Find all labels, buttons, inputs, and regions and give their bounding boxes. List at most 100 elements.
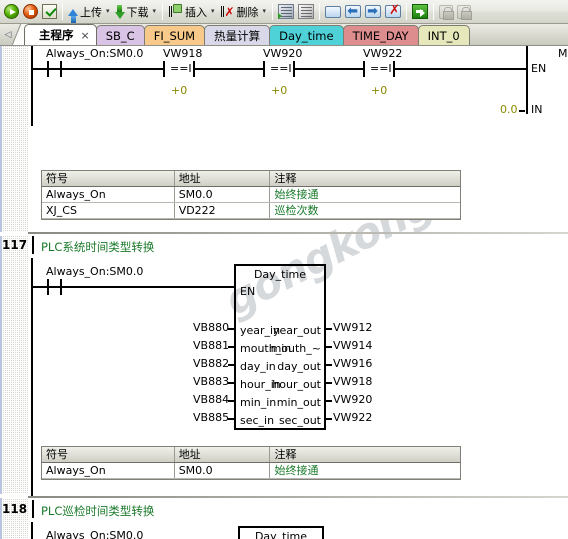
pin-stub — [228, 364, 234, 366]
delete-dropdown-arrow-icon[interactable]: ▾ — [263, 8, 267, 15]
partial-block-in-value[interactable]: 0.0 — [500, 104, 518, 115]
green-arrow-right-icon — [412, 4, 429, 19]
toolbar-separator-1 — [62, 3, 63, 20]
function-block-day-time-118[interactable]: Day_time — [238, 526, 324, 539]
toolbar-separator-4 — [319, 3, 321, 20]
insert-button[interactable]: 插入 — [167, 1, 208, 23]
symbol-table-1[interactable]: 符号 地址 注释 Always_On SM0.0 始终接通 XJ_CS VD22… — [41, 170, 461, 220]
ladder-editor-canvas[interactable]: gongkong® Always_On:SM0.0 VW918 ==I +0 V… — [0, 46, 568, 539]
pin-year-out: year_out — [272, 324, 321, 337]
rung-wire — [62, 68, 164, 70]
download-label: 下载 — [126, 5, 149, 19]
tab-label: 主程序 — [39, 28, 74, 42]
operand-vw918[interactable]: VW918 — [333, 376, 372, 387]
symbol-table-header: 符号 地址 注释 — [42, 171, 460, 187]
network-title-bar — [32, 236, 34, 254]
cell-address: SM0.0 — [175, 187, 271, 202]
function-block-title: Day_time — [253, 268, 307, 281]
comparator-value-vw920[interactable]: +0 — [271, 85, 287, 96]
table-row[interactable]: Always_On SM0.0 始终接通 — [42, 463, 460, 479]
upload-button[interactable]: 上传 — [67, 1, 103, 23]
function-block-title: Day_time — [254, 530, 308, 539]
operand-vb882[interactable]: VB882 — [193, 358, 229, 369]
comparator-value-vw922[interactable]: +0 — [371, 85, 387, 96]
pin-stub — [228, 346, 234, 348]
upload-dropdown-arrow-icon[interactable]: ▾ — [106, 8, 110, 15]
pin-stub — [228, 418, 234, 420]
cell-symbol: XJ_CS — [42, 203, 175, 218]
operand-vb883[interactable]: VB883 — [193, 376, 229, 387]
tab-int-0[interactable]: INT_0 — [417, 25, 470, 45]
tab-day-time[interactable]: Day_time — [269, 25, 344, 45]
header-comment: 注释 — [274, 172, 297, 185]
network-title-bar — [32, 500, 34, 518]
symbol-table-2[interactable]: 符号 地址 注释 Always_On SM0.0 始终接通 — [41, 446, 461, 480]
table-row[interactable]: XJ_CS VD222 巡检次数 — [42, 203, 460, 219]
table-row[interactable]: Always_On SM0.0 始终接通 — [42, 187, 460, 203]
download-arrow-icon — [114, 4, 125, 19]
operand-vw912[interactable]: VW912 — [333, 322, 372, 333]
operand-vb884[interactable]: VB884 — [193, 394, 229, 405]
compile-button[interactable] — [41, 1, 58, 23]
delete-rung-icon: ✗ — [220, 4, 235, 19]
main-toolbar: 上传 ▾ 下载 ▾ 插入 ▾ ✗ 删除 ▾ ⬅ ➡ ✗ — [0, 0, 568, 24]
operand-vw920[interactable]: VW920 — [333, 394, 372, 405]
arrow-left-plate-icon: ⬅ — [345, 5, 362, 18]
close-icon[interactable]: × — [81, 29, 90, 42]
cell-comment: 巡检次数 — [274, 204, 319, 217]
tab-main-program[interactable]: 主程序 × — [24, 24, 97, 45]
new-element-button[interactable] — [324, 1, 342, 23]
operand-vw914[interactable]: VW914 — [333, 340, 372, 351]
delete-button[interactable]: ✗ 删除 — [219, 1, 260, 23]
pin-day-out: day_out — [277, 360, 321, 373]
run-button[interactable] — [3, 1, 20, 23]
tab-time-day[interactable]: TIME_DAY — [342, 25, 419, 45]
remove-element-button[interactable]: ✗ — [384, 1, 402, 23]
play-icon — [4, 4, 19, 19]
network-grid-icon — [278, 4, 295, 19]
partial-block-left-edge — [526, 46, 528, 114]
toolbar-separator-5 — [406, 3, 408, 20]
pin-sec-in: sec_in — [240, 414, 275, 427]
comparator-value-vw918[interactable]: +0 — [171, 85, 187, 96]
partial-block-pin-in: IN — [531, 103, 543, 116]
operand-vw922[interactable]: VW922 — [333, 412, 372, 423]
network-view-alt-button[interactable] — [297, 1, 315, 23]
download-dropdown-arrow-icon[interactable]: ▾ — [153, 8, 157, 15]
network-view-button[interactable] — [277, 1, 295, 23]
insert-dropdown-arrow-icon[interactable]: ▾ — [211, 8, 215, 15]
upload-arrow-icon — [68, 8, 78, 23]
next-button[interactable]: ➡ — [364, 1, 382, 23]
function-block-day-time[interactable]: Day_time EN year_in mouth_in day_in hour… — [234, 264, 326, 430]
stop-button[interactable] — [22, 1, 39, 23]
power-rail-118 — [31, 522, 33, 539]
pin-hour-out: hour_out — [272, 378, 321, 391]
operand-vb881[interactable]: VB881 — [193, 340, 229, 351]
comparator-operator: ==I — [170, 62, 192, 75]
tab-label: FI_SUM — [153, 28, 196, 43]
toolbar-separator-3 — [272, 3, 274, 20]
download-button[interactable]: 下载 — [114, 1, 150, 23]
operand-vb880[interactable]: VB880 — [193, 322, 229, 333]
tab-heat-calc[interactable]: 热量计算 — [204, 25, 271, 45]
function-block-pin-en: EN — [240, 285, 256, 298]
pin-stub — [228, 382, 234, 384]
pin-stub — [326, 346, 332, 348]
operand-vw916[interactable]: VW916 — [333, 358, 372, 369]
upload-label: 上传 — [80, 5, 102, 19]
comparator-operator: ==I — [370, 62, 392, 75]
blank-plate-icon — [325, 5, 342, 18]
tab-sb-c[interactable]: SB_C — [95, 25, 145, 45]
cell-address: VD222 — [175, 203, 271, 218]
operand-vb885[interactable]: VB885 — [193, 412, 229, 423]
tab-fi-sum[interactable]: FI_SUM — [143, 25, 206, 45]
go-button[interactable] — [411, 1, 429, 23]
pin-min-out: min_out — [276, 396, 321, 409]
comparator-label-vw918: VW918 — [163, 47, 203, 60]
insert-rung-icon — [168, 4, 183, 19]
prev-button[interactable]: ⬅ — [344, 1, 362, 23]
comparator-label-vw922: VW922 — [363, 47, 403, 60]
network-title-117[interactable]: PLC系统时间类型转换 — [41, 239, 154, 255]
pin-stub — [326, 382, 332, 384]
network-title-118[interactable]: PLC巡检时间类型转换 — [41, 503, 154, 519]
